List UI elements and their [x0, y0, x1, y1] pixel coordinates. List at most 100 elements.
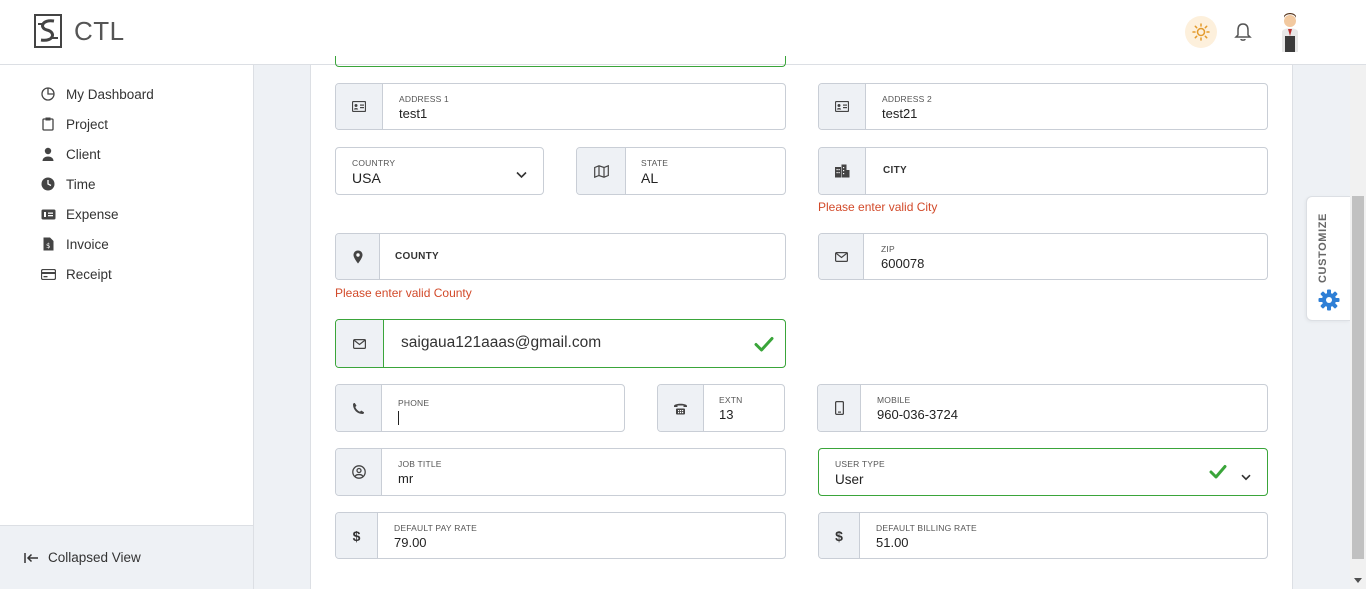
sidebar-item-receipt[interactable]: Receipt — [0, 259, 254, 289]
envelope-icon — [819, 234, 864, 279]
city-buildings-icon — [819, 148, 866, 194]
previous-field-valid-border — [335, 56, 786, 67]
sidebar-item-label: My Dashboard — [66, 86, 154, 102]
phone-label: PHONE — [398, 398, 430, 408]
chevron-down-icon — [1241, 468, 1251, 486]
extn-label: EXTN — [719, 395, 743, 405]
country-label: COUNTRY — [352, 158, 396, 168]
extn-value[interactable]: 13 — [719, 407, 733, 422]
scrollbar-thumb[interactable] — [1352, 196, 1364, 559]
zip-label: ZIP — [881, 244, 895, 254]
city-error: Please enter valid City — [818, 200, 938, 214]
mobile-icon — [818, 385, 861, 431]
receipt-icon — [40, 266, 56, 282]
state-label: STATE — [641, 158, 669, 168]
mobile-label: MOBILE — [877, 395, 911, 405]
svg-text:$: $ — [46, 242, 50, 250]
collapse-arrow-icon — [24, 550, 40, 566]
county-field[interactable]: COUNTY — [335, 233, 786, 280]
sidebar-item-label: Invoice — [66, 236, 109, 252]
sidebar-item-my-dashboard[interactable]: My Dashboard — [0, 79, 254, 109]
clipboard-icon — [40, 116, 56, 132]
city-field[interactable]: CITY — [818, 147, 1268, 195]
default-pay-rate-label: DEFAULT PAY RATE — [394, 523, 478, 533]
user-avatar[interactable] — [1276, 12, 1304, 52]
dollar-sign-icon: $ — [336, 513, 378, 558]
scroll-down-arrow-icon[interactable] — [1352, 574, 1364, 586]
sidebar-item-project[interactable]: Project — [0, 109, 254, 139]
sidebar-item-time[interactable]: Time — [0, 169, 254, 199]
zip-field[interactable]: ZIP 600078 — [818, 233, 1268, 280]
address-card-icon — [336, 84, 383, 129]
pie-chart-icon — [40, 86, 56, 102]
person-icon — [40, 146, 56, 162]
gear-icon — [1318, 289, 1340, 316]
ctl-logo-icon[interactable] — [34, 14, 62, 48]
email-field[interactable]: saigaua121aaas@gmail.com — [335, 319, 786, 368]
default-pay-rate-field[interactable]: $ DEFAULT PAY RATE 79.00 — [335, 512, 786, 559]
telephone-icon — [658, 385, 704, 431]
default-billing-rate-value[interactable]: 51.00 — [876, 535, 909, 550]
zip-value[interactable]: 600078 — [881, 256, 924, 271]
phone-icon — [336, 385, 382, 431]
user-type-label: USER TYPE — [835, 459, 885, 469]
address1-field[interactable]: ADDRESS 1 test1 — [335, 83, 786, 130]
invoice-icon: $ — [40, 236, 56, 252]
county-placeholder: COUNTY — [395, 251, 440, 262]
extn-field[interactable]: EXTN 13 — [657, 384, 785, 432]
job-title-label: JOB TITLE — [398, 459, 442, 469]
sun-icon — [1192, 23, 1210, 41]
clock-icon — [40, 176, 56, 192]
mobile-field[interactable]: MOBILE 960-036-3724 — [817, 384, 1268, 432]
theme-toggle-button[interactable] — [1185, 16, 1217, 48]
county-error: Please enter valid County — [335, 286, 472, 300]
city-placeholder: CITY — [883, 165, 907, 176]
user-type-select[interactable]: USER TYPE User — [818, 448, 1268, 496]
phone-field[interactable]: PHONE — [335, 384, 625, 432]
location-pin-icon — [336, 234, 380, 279]
user-circle-icon — [336, 449, 382, 495]
sidebar-item-label: Client — [66, 146, 101, 162]
customize-tab[interactable]: CUSTOMIZE — [1306, 196, 1350, 321]
sidebar: My Dashboard Project Client Time Expense — [0, 65, 254, 589]
sidebar-nav: My Dashboard Project Client Time Expense — [0, 79, 254, 289]
country-value: USA — [352, 170, 381, 186]
user-type-value: User — [835, 472, 864, 487]
country-select[interactable]: COUNTRY USA — [335, 147, 544, 195]
sidebar-item-label: Project — [66, 116, 109, 132]
job-title-value[interactable]: mr — [398, 471, 413, 486]
default-billing-rate-field[interactable]: $ DEFAULT BILLING RATE 51.00 — [818, 512, 1268, 559]
text-cursor — [398, 411, 399, 425]
notification-bell-icon[interactable] — [1232, 21, 1254, 43]
address2-value[interactable]: test21 — [882, 106, 917, 121]
dollar-sign-icon: $ — [819, 513, 860, 558]
sidebar-item-label: Receipt — [66, 266, 112, 282]
address2-label: ADDRESS 2 — [882, 94, 932, 104]
default-billing-rate-label: DEFAULT BILLING RATE — [876, 523, 977, 533]
address1-value[interactable]: test1 — [399, 106, 427, 121]
state-field[interactable]: STATE AL — [576, 147, 786, 195]
sidebar-item-label: Expense — [66, 206, 119, 222]
envelope-icon — [336, 320, 384, 367]
customize-label: CUSTOMIZE — [1317, 213, 1329, 283]
collapsed-view-label: Collapsed View — [48, 550, 141, 565]
check-icon — [754, 336, 774, 357]
email-value[interactable]: saigaua121aaas@gmail.com — [401, 334, 601, 352]
address2-field[interactable]: ADDRESS 2 test21 — [818, 83, 1268, 130]
sidebar-item-expense[interactable]: Expense — [0, 199, 254, 229]
default-pay-rate-value[interactable]: 79.00 — [394, 535, 427, 550]
map-icon — [577, 148, 626, 194]
state-value[interactable]: AL — [641, 170, 658, 186]
sidebar-item-client[interactable]: Client — [0, 139, 254, 169]
sidebar-item-invoice[interactable]: $ Invoice — [0, 229, 254, 259]
money-icon — [40, 206, 56, 222]
brand-name[interactable]: CTL — [74, 16, 125, 47]
address-card-icon — [819, 84, 866, 129]
sidebar-item-label: Time — [66, 176, 96, 192]
address1-label: ADDRESS 1 — [399, 94, 449, 104]
mobile-value[interactable]: 960-036-3724 — [877, 407, 958, 422]
job-title-field[interactable]: JOB TITLE mr — [335, 448, 786, 496]
collapsed-view-button[interactable]: Collapsed View — [0, 525, 253, 589]
chevron-down-icon — [516, 166, 527, 184]
check-icon — [1209, 464, 1227, 484]
